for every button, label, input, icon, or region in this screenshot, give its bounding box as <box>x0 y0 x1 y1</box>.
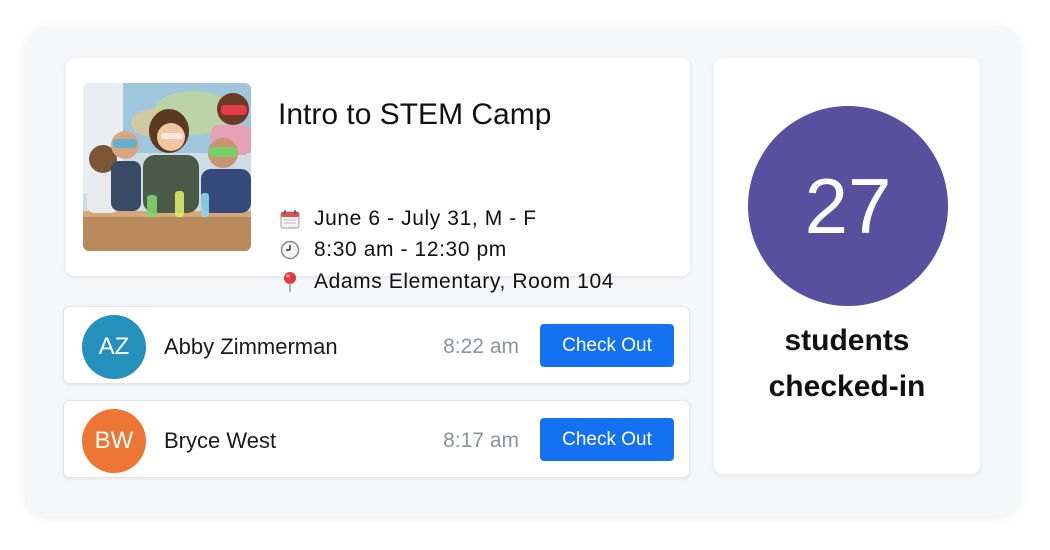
camp-time-row: 8:30 am - 12:30 pm <box>278 237 507 263</box>
camp-info-card[interactable]: Intro to STEM Camp June 6 - July 31, M -… <box>66 58 690 293</box>
student-name: Abby Zimmerman <box>164 334 338 359</box>
camp-photo <box>83 83 251 251</box>
camp-title: Intro to STEM Camp <box>278 98 552 131</box>
camp-location-row: Adams Elementary, Room 104 <box>278 269 614 295</box>
camp-dates: June 6 - July 31, M - F <box>314 207 537 230</box>
student-name: Bryce West <box>164 428 277 453</box>
check-out-button[interactable]: Check Out <box>540 418 674 461</box>
camp-location: Adams Elementary, Room 104 <box>314 270 615 293</box>
check-out-button[interactable]: Check Out <box>540 324 674 367</box>
student-row: AZ Abby Zimmerman 8:22 am Check Out <box>63 306 690 384</box>
student-row: BW Bryce West 8:17 am Check Out <box>63 400 690 478</box>
checked-in-count: 27 <box>748 106 948 306</box>
avatar: AZ <box>82 315 146 379</box>
check-in-time: 8:22 am <box>443 335 519 358</box>
location-pin-icon <box>278 270 302 294</box>
calendar-icon <box>278 207 302 231</box>
camp-dates-row: June 6 - July 31, M - F <box>278 206 537 232</box>
avatar: BW <box>82 409 146 473</box>
count-label-line2: checked-in <box>768 370 926 403</box>
clock-icon <box>278 238 302 262</box>
checked-in-count-card: 27 students checked-in <box>714 58 980 474</box>
count-label-line1: students <box>784 324 910 357</box>
camp-time: 8:30 am - 12:30 pm <box>314 238 507 261</box>
check-in-time: 8:17 am <box>443 429 519 452</box>
